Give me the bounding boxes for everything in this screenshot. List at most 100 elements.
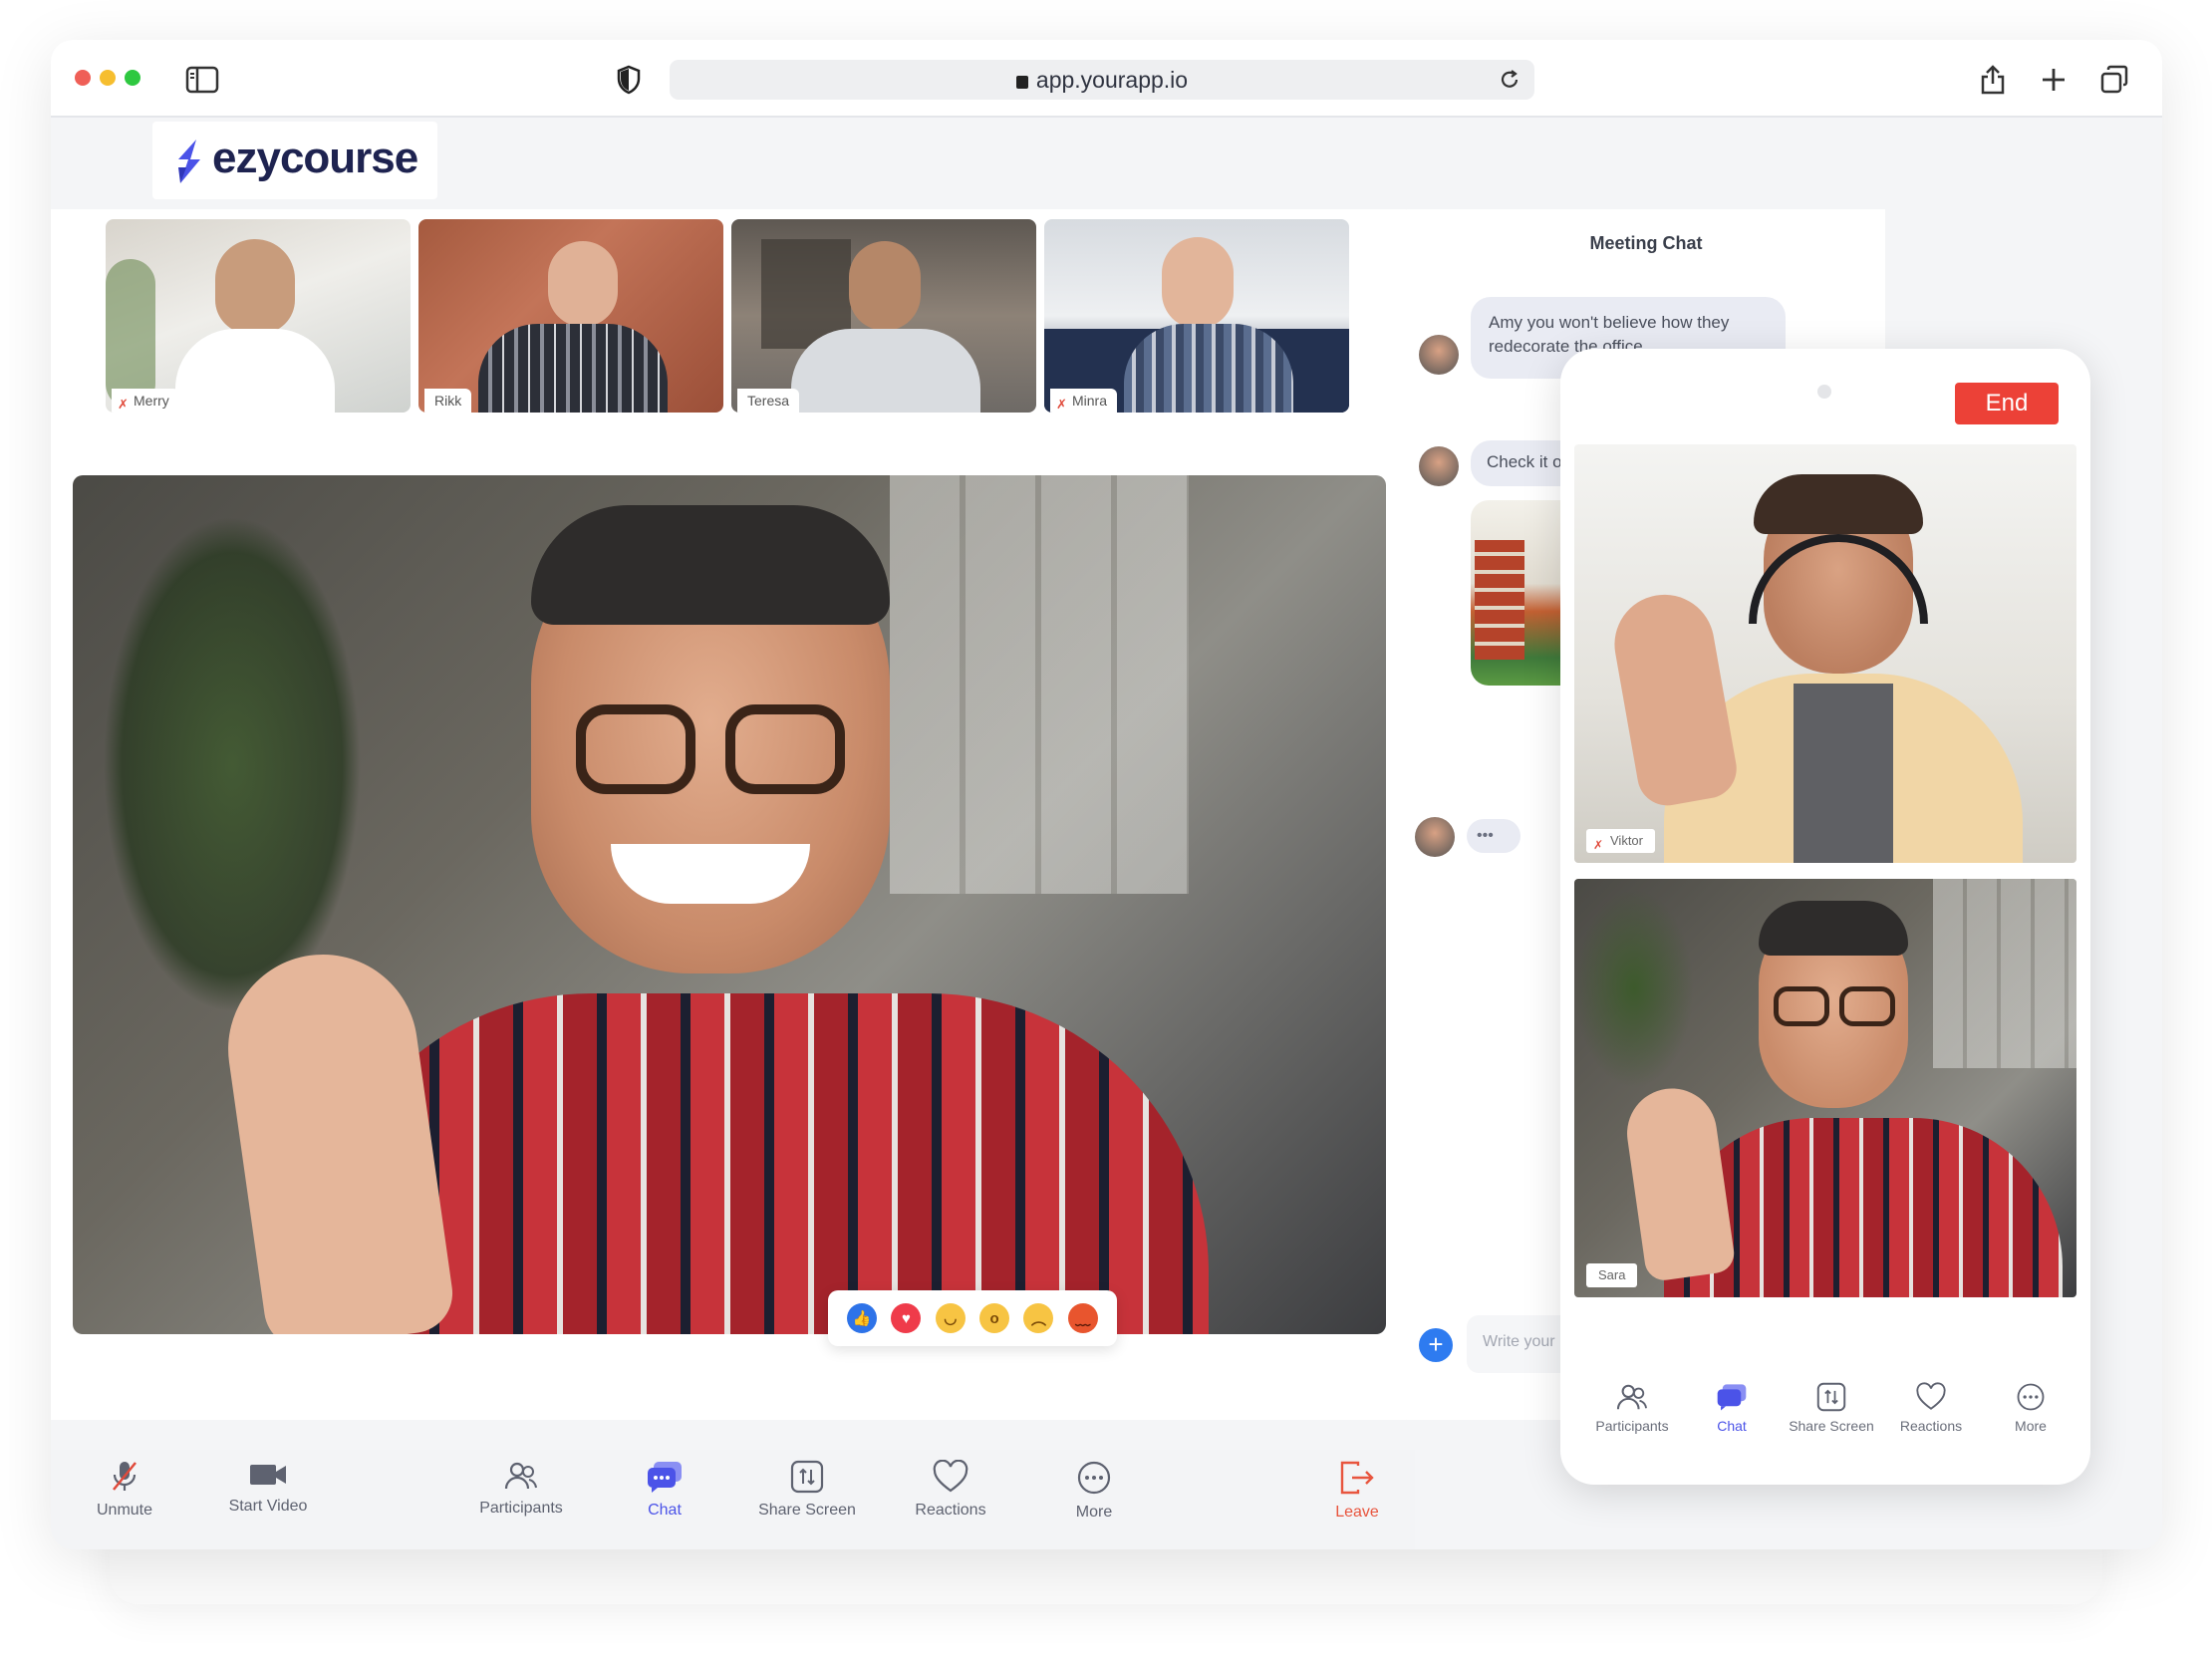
unmute-label: Unmute bbox=[96, 1502, 153, 1519]
mic-off-icon: ✗ bbox=[1056, 397, 1067, 412]
share-icon[interactable] bbox=[1973, 60, 2013, 100]
participants-button[interactable]: Participants bbox=[451, 1460, 591, 1539]
mobile-device: End ✗ Viktor Sara Participants Chat Share… bbox=[1560, 349, 2090, 1485]
address-bar[interactable]: app.yourapp.io bbox=[670, 60, 1534, 100]
lock-icon bbox=[1015, 76, 1028, 89]
chat-button[interactable]: Chat bbox=[595, 1460, 734, 1539]
ezycourse-logo-icon bbox=[172, 138, 204, 185]
chat-icon bbox=[648, 1462, 682, 1493]
angry-reaction-icon[interactable]: ﹏ bbox=[1067, 1303, 1098, 1333]
participant-undershirt bbox=[1794, 684, 1893, 863]
start-video-label: Start Video bbox=[228, 1498, 308, 1515]
leave-label: Leave bbox=[1335, 1504, 1379, 1521]
glasses-left-lens bbox=[576, 704, 695, 794]
mobile-participants-button[interactable]: Participants bbox=[1582, 1382, 1682, 1434]
participant-tile-teresa[interactable]: Teresa bbox=[731, 219, 1036, 413]
participant-face bbox=[1162, 237, 1234, 329]
minimize-window-button[interactable] bbox=[100, 70, 116, 86]
plant-decoration bbox=[1574, 889, 1694, 1088]
start-video-button[interactable]: Start Video bbox=[198, 1460, 338, 1539]
office-shelf bbox=[1475, 540, 1524, 660]
participant-face bbox=[849, 241, 921, 331]
participants-icon bbox=[504, 1462, 537, 1490]
end-call-button[interactable]: End bbox=[1955, 383, 2059, 424]
share-screen-icon bbox=[790, 1460, 824, 1494]
meeting-area: ✗ Merry Rikk Teresa ✗ Minra 👍 ♥ ◡ o ︵ ﹏ … bbox=[51, 209, 1415, 1549]
participants-label: Participants bbox=[479, 1500, 563, 1517]
chat-label: Chat bbox=[648, 1502, 682, 1519]
reactions-button[interactable]: Reactions bbox=[881, 1460, 1020, 1539]
mobile-participants-label: Participants bbox=[1595, 1418, 1669, 1434]
share-screen-icon bbox=[1816, 1382, 1846, 1412]
meeting-toolbar: Unmute Start Video Participants Chat Sha… bbox=[51, 1450, 1415, 1549]
participant-tile-minra[interactable]: ✗ Minra bbox=[1044, 219, 1349, 413]
mobile-reactions-button[interactable]: Reactions bbox=[1881, 1382, 1981, 1434]
more-icon bbox=[2017, 1383, 2045, 1411]
participant-hand bbox=[1606, 586, 1742, 811]
reload-icon[interactable] bbox=[1499, 69, 1521, 91]
mobile-chat-label: Chat bbox=[1717, 1418, 1747, 1434]
mobile-share-screen-button[interactable]: Share Screen bbox=[1782, 1382, 1881, 1434]
new-tab-icon[interactable] bbox=[2034, 60, 2074, 100]
participant-shirt bbox=[1124, 324, 1293, 413]
heart-reaction-icon[interactable]: ♥ bbox=[891, 1303, 922, 1333]
url-label: app.yourapp.io bbox=[1035, 67, 1189, 93]
mobile-video-viktor[interactable]: ✗ Viktor bbox=[1574, 444, 2076, 863]
mic-off-icon: ✗ bbox=[118, 397, 129, 412]
mobile-more-label: More bbox=[2015, 1418, 2047, 1434]
typing-indicator: ••• bbox=[1467, 819, 1521, 853]
participant-name-label: Sara bbox=[1586, 1263, 1638, 1287]
plus-icon: + bbox=[1428, 1329, 1444, 1359]
maximize-window-button[interactable] bbox=[125, 70, 140, 86]
participant-face bbox=[215, 239, 295, 334]
brand-logo[interactable]: ezycourse bbox=[152, 122, 437, 199]
laugh-reaction-icon[interactable]: ◡ bbox=[935, 1303, 966, 1333]
chat-icon bbox=[1717, 1384, 1747, 1411]
tab-overview-icon[interactable] bbox=[2094, 60, 2134, 100]
leave-button[interactable]: Leave bbox=[1287, 1460, 1427, 1539]
more-label: More bbox=[1075, 1504, 1113, 1521]
mic-off-icon: ✗ bbox=[1593, 838, 1604, 852]
participant-shirt bbox=[175, 329, 335, 413]
participant-name-label: ✗ Merry bbox=[112, 389, 179, 413]
camera-notch bbox=[1817, 385, 1831, 399]
video-camera-icon bbox=[250, 1465, 286, 1485]
participant-hand bbox=[1621, 1082, 1737, 1283]
heart-icon bbox=[1916, 1382, 1946, 1410]
glasses-left-lens bbox=[1774, 986, 1829, 1026]
more-button[interactable]: More bbox=[1024, 1460, 1164, 1539]
wow-reaction-icon[interactable]: o bbox=[979, 1303, 1010, 1333]
participant-hair bbox=[1754, 474, 1923, 534]
leave-icon bbox=[1340, 1461, 1374, 1495]
mobile-chat-button[interactable]: Chat bbox=[1682, 1382, 1782, 1434]
close-window-button[interactable] bbox=[75, 70, 91, 86]
share-screen-label: Share Screen bbox=[758, 1502, 856, 1519]
share-screen-button[interactable]: Share Screen bbox=[737, 1460, 877, 1539]
mobile-more-button[interactable]: More bbox=[1981, 1382, 2080, 1434]
more-icon bbox=[1077, 1461, 1111, 1495]
like-reaction-icon[interactable]: 👍 bbox=[847, 1303, 878, 1333]
privacy-shield-icon[interactable] bbox=[609, 60, 649, 100]
browser-titlebar: app.yourapp.io bbox=[51, 40, 2162, 118]
participant-tile-rikk[interactable]: Rikk bbox=[418, 219, 723, 413]
sad-reaction-icon[interactable]: ︵ bbox=[1023, 1303, 1054, 1333]
mobile-share-screen-label: Share Screen bbox=[1789, 1418, 1874, 1434]
heart-icon bbox=[933, 1460, 968, 1493]
participant-name-label: ✗ Minra bbox=[1050, 389, 1118, 413]
add-attachment-button[interactable]: + bbox=[1419, 1328, 1453, 1362]
sidebar-toggle-icon[interactable] bbox=[182, 60, 222, 100]
mobile-video-sara[interactable]: Sara bbox=[1574, 879, 2076, 1297]
plant-decoration bbox=[103, 515, 362, 1013]
participant-shirt bbox=[478, 324, 668, 413]
avatar bbox=[1419, 446, 1459, 486]
mobile-reactions-label: Reactions bbox=[1899, 1418, 1963, 1434]
participant-name-label: Teresa bbox=[737, 389, 800, 413]
participant-hair bbox=[531, 505, 890, 625]
mic-off-icon bbox=[113, 1462, 137, 1491]
participant-tile-merry[interactable]: ✗ Merry bbox=[106, 219, 411, 413]
main-video-feed[interactable] bbox=[73, 475, 1386, 1334]
unmute-button[interactable]: Unmute bbox=[55, 1460, 194, 1539]
url-text[interactable]: app.yourapp.io bbox=[670, 60, 1534, 100]
glasses-right-lens bbox=[1839, 986, 1895, 1026]
participants-icon bbox=[1616, 1384, 1647, 1410]
